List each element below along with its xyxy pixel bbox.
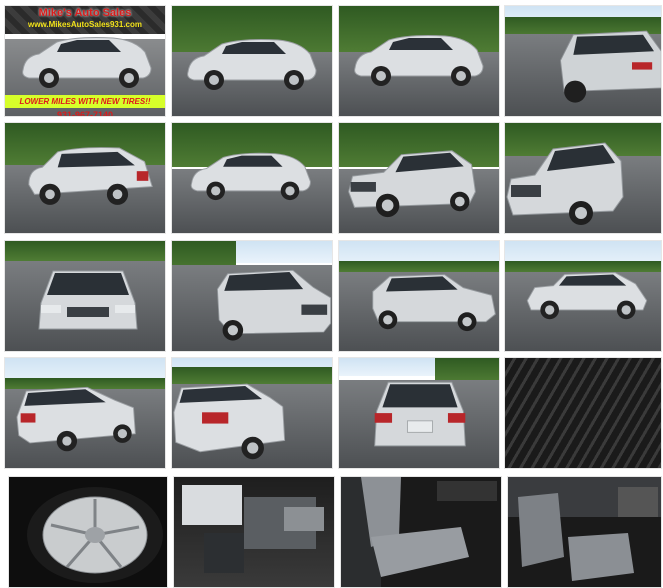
dealer-phone: 931-967-7140 xyxy=(56,110,114,116)
photo-thumbnail-6[interactable] xyxy=(171,122,333,234)
suv-side-view xyxy=(22,37,152,88)
photo-thumbnail-9[interactable] xyxy=(4,240,166,352)
suv-front-quarter-view xyxy=(216,269,331,341)
alloy-wheel-photo xyxy=(9,477,167,587)
car-photo xyxy=(339,6,499,116)
car-photo xyxy=(172,123,332,233)
interior-console-photo xyxy=(508,477,661,587)
suv-rear-quarter-view xyxy=(28,147,153,205)
car-photo xyxy=(505,123,661,233)
photo-thumbnail-12[interactable] xyxy=(504,240,662,352)
car-photo xyxy=(5,123,165,233)
photo-thumbnail-11[interactable] xyxy=(338,240,500,352)
car-photo xyxy=(5,358,165,468)
car-photo xyxy=(505,241,661,351)
photo-thumbnail-19[interactable] xyxy=(340,476,502,588)
photo-gallery: Mike's Auto Sales www.MikesAutoSales931.… xyxy=(0,0,663,588)
dealer-banner: Mike's Auto Sales www.MikesAutoSales931.… xyxy=(5,6,165,34)
car-photo xyxy=(172,241,332,351)
suv-side-view xyxy=(354,35,484,86)
photo-thumbnail-3[interactable] xyxy=(338,5,500,117)
photo-thumbnail-7[interactable] xyxy=(338,122,500,234)
dealer-website: www.MikesAutoSales931.com xyxy=(28,20,142,29)
photo-thumbnail-14[interactable] xyxy=(171,357,333,469)
suv-rear-quarter-view xyxy=(16,386,136,452)
photo-thumbnail-17[interactable] xyxy=(8,476,168,588)
car-photo xyxy=(5,241,165,351)
photo-thumbnail-2[interactable] xyxy=(171,5,333,117)
car-photo xyxy=(172,6,332,116)
car-photo xyxy=(339,358,499,468)
car-photo: Mike's Auto Sales www.MikesAutoSales931.… xyxy=(5,6,165,116)
front-seat-photo xyxy=(341,477,501,587)
photo-thumbnail-4[interactable] xyxy=(504,5,662,117)
tire-tread-photo xyxy=(505,358,661,468)
dealer-name: Mike's Auto Sales xyxy=(38,7,132,19)
photo-thumbnail-5[interactable] xyxy=(4,122,166,234)
photo-thumbnail-15[interactable] xyxy=(338,357,500,469)
suv-rear-quarter-view xyxy=(173,383,286,460)
suv-side-view xyxy=(187,39,317,90)
suv-rear-quarter-view xyxy=(560,30,661,103)
suv-front-quarter-view xyxy=(506,142,624,225)
suv-front-quarter-view xyxy=(372,274,496,332)
photo-thumbnail-20[interactable] xyxy=(507,476,662,588)
photo-thumbnail-10[interactable] xyxy=(171,240,333,352)
suv-front-view xyxy=(38,270,138,330)
suv-side-view xyxy=(526,272,648,320)
car-photo xyxy=(505,6,661,116)
car-photo xyxy=(172,358,332,468)
photo-thumbnail-1[interactable]: Mike's Auto Sales www.MikesAutoSales931.… xyxy=(4,5,166,117)
photo-thumbnail-16[interactable] xyxy=(504,357,662,469)
photo-thumbnail-8[interactable] xyxy=(504,122,662,234)
suv-side-view xyxy=(190,152,311,201)
photo-thumbnail-13[interactable] xyxy=(4,357,166,469)
engine-bay-photo xyxy=(174,477,334,587)
car-photo xyxy=(339,241,499,351)
car-photo xyxy=(339,123,499,233)
suv-rear-view xyxy=(374,381,466,447)
photo-thumbnail-18[interactable] xyxy=(173,476,335,588)
promo-strip: LOWER MILES WITH NEW TIRES!! xyxy=(5,95,165,108)
suv-front-quarter-view xyxy=(348,150,476,218)
